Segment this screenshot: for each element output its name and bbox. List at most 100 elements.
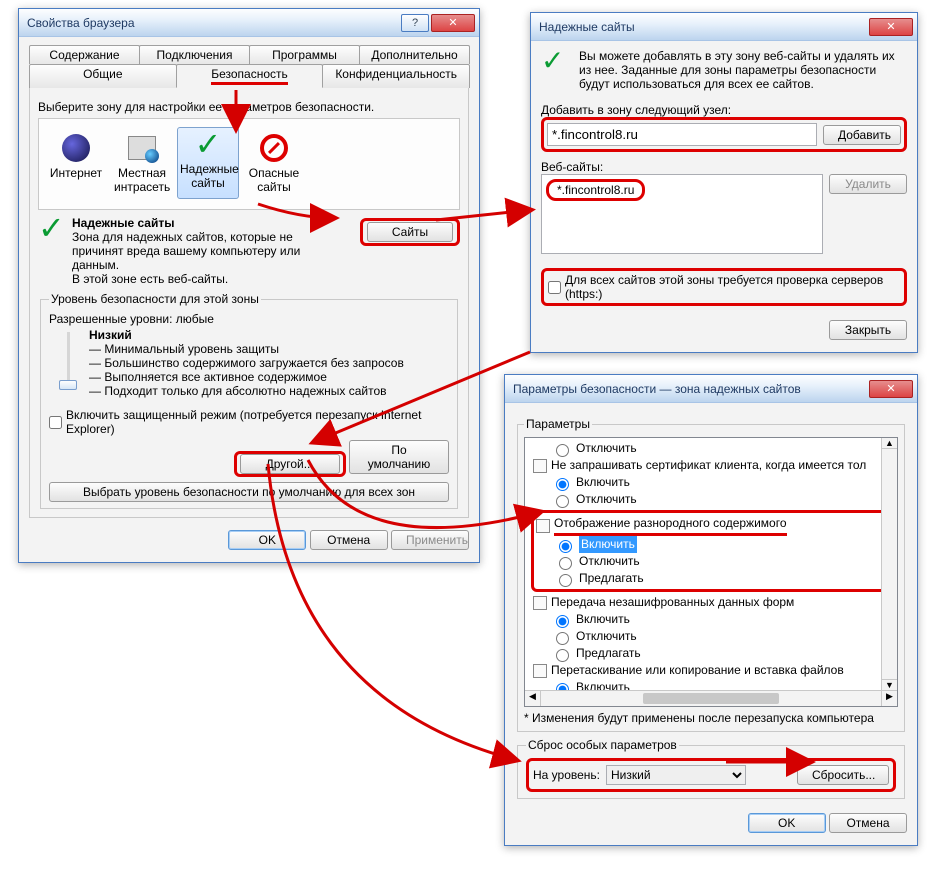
setting-group-icon xyxy=(536,519,550,533)
tab-security-label: Безопасность xyxy=(211,67,288,85)
opt-enable-highlighted: Включить xyxy=(579,536,637,553)
zone-restricted-label: Опасные сайты xyxy=(246,166,302,194)
scroll-left[interactable]: ◀ xyxy=(525,691,541,706)
sites-label: Веб-сайты: xyxy=(541,160,907,174)
window-title: Надежные сайты xyxy=(539,20,867,34)
trusted-desc2: В этой зоне есть веб-сайты. xyxy=(72,272,360,286)
radio-prompt[interactable] xyxy=(556,649,569,662)
radio-disable[interactable] xyxy=(556,444,569,457)
grp-unenc: Передача незашифрованных данных форм xyxy=(551,594,794,611)
setting-group-icon xyxy=(533,664,547,678)
zone-internet-label: Интернет xyxy=(48,166,104,180)
tab-privacy[interactable]: Конфиденциальность xyxy=(322,64,470,88)
tab-programs[interactable]: Программы xyxy=(249,45,360,64)
close-dialog-button[interactable]: Закрыть xyxy=(829,320,907,340)
trusted-desc: Зона для надежных сайтов, которые не при… xyxy=(72,230,302,272)
protected-mode-label: Включить защищенный режим (потребуется п… xyxy=(66,408,449,436)
zone-trusted[interactable]: ✓ Надежные сайты xyxy=(177,127,239,199)
reset-level-select[interactable]: Низкий xyxy=(606,765,746,785)
radio-disable-mixed[interactable] xyxy=(559,557,572,570)
cancel-button[interactable]: Отмена xyxy=(829,813,907,833)
content: ✓ Вы можете добавлять в эту зону веб-сай… xyxy=(531,41,917,352)
scroll-right[interactable]: ▶ xyxy=(881,691,897,706)
level-allowed: Разрешенные уровни: любые xyxy=(49,312,449,326)
zone-internet[interactable]: Интернет xyxy=(45,127,107,199)
close-button[interactable]: ✕ xyxy=(869,18,913,36)
zones-list: Интернет Местная интрасеть ✓ Надежные са… xyxy=(38,118,460,210)
setting-group-icon xyxy=(533,596,547,610)
grp-mixed: Отображение разнородного содержимого xyxy=(554,515,787,536)
v-scrollbar[interactable]: ▲ ▼ xyxy=(881,438,897,690)
radio-disable[interactable] xyxy=(556,495,569,508)
zone-instruction: Выберите зону для настройки ее параметро… xyxy=(38,100,460,114)
bullet-1: — Большинство содержимого загружается бе… xyxy=(89,356,449,370)
ok-button[interactable]: OK xyxy=(228,530,306,550)
window-title: Свойства браузера xyxy=(27,16,399,30)
reset-button[interactable]: Сбросить... xyxy=(797,765,889,785)
tabs-row-2: Общие Безопасность Конфиденциальность xyxy=(29,64,469,88)
tab-content[interactable]: Содержание xyxy=(29,45,140,64)
browser-properties-window: Свойства браузера ? ✕ Содержание Подключ… xyxy=(18,8,480,563)
intranet-icon xyxy=(128,136,156,160)
tab-advanced[interactable]: Дополнительно xyxy=(359,45,470,64)
ok-button[interactable]: OK xyxy=(748,813,826,833)
scroll-up[interactable]: ▲ xyxy=(882,438,897,449)
trusted-big-icon: ✓ xyxy=(38,210,65,246)
grp-drag: Перетаскивание или копирование и вставка… xyxy=(551,662,844,679)
site-entry[interactable]: *.fincontrol8.ru xyxy=(546,179,645,201)
close-button[interactable]: ✕ xyxy=(869,380,913,398)
tab-connections[interactable]: Подключения xyxy=(139,45,250,64)
intro-text: Вы можете добавлять в эту зону веб-сайты… xyxy=(579,49,907,91)
window-title: Параметры безопасности — зона надежных с… xyxy=(513,382,867,396)
add-site-input[interactable] xyxy=(547,123,817,146)
tabs-row-1: Содержание Подключения Программы Дополни… xyxy=(29,45,469,64)
apply-button[interactable]: Применить xyxy=(391,530,469,550)
bullet-3: — Подходит только для абсолютно надежных… xyxy=(89,384,449,398)
radio-prompt-mixed[interactable] xyxy=(559,574,572,587)
radio-disable[interactable] xyxy=(556,632,569,645)
zone-restricted[interactable]: Опасные сайты xyxy=(243,127,305,199)
radio-enable[interactable] xyxy=(556,615,569,628)
trusted-header: Надежные сайты xyxy=(72,216,360,230)
titlebar[interactable]: Параметры безопасности — зона надежных с… xyxy=(505,375,917,403)
titlebar[interactable]: Надежные сайты ✕ xyxy=(531,13,917,41)
custom-level-button[interactable]: Другой... xyxy=(240,454,340,474)
reset-label: На уровень: xyxy=(533,768,600,782)
level-name: Низкий xyxy=(89,328,449,342)
scroll-down[interactable]: ▼ xyxy=(882,679,897,690)
level-fieldset: Уровень безопасности для этой зоны Разре… xyxy=(40,292,458,509)
cancel-button[interactable]: Отмена xyxy=(310,530,388,550)
default-level-button[interactable]: По умолчанию xyxy=(349,440,449,474)
radio-enable[interactable] xyxy=(556,478,569,491)
tab-general[interactable]: Общие xyxy=(29,64,177,88)
trusted-sites-window: Надежные сайты ✕ ✓ Вы можете добавлять в… xyxy=(530,12,918,353)
tab-security[interactable]: Безопасность xyxy=(176,64,324,88)
setting-group-icon xyxy=(533,459,547,473)
level-legend: Уровень безопасности для этой зоны xyxy=(49,292,261,306)
add-button[interactable]: Добавить xyxy=(823,125,901,145)
titlebar[interactable]: Свойства браузера ? ✕ xyxy=(19,9,479,37)
reset-all-zones-button[interactable]: Выбрать уровень безопасности по умолчани… xyxy=(49,482,449,502)
bullet-0: — Минимальный уровень защиты xyxy=(89,342,449,356)
restart-note: * Изменения будут применены после переза… xyxy=(524,711,898,725)
slider-track[interactable] xyxy=(67,332,70,386)
content: Содержание Подключения Программы Дополни… xyxy=(19,37,479,562)
remove-button[interactable]: Удалить xyxy=(829,174,907,194)
content: Параметры Отключить Не запрашивать серти… xyxy=(505,403,917,845)
https-required-checkbox[interactable] xyxy=(548,281,561,294)
sites-button[interactable]: Сайты xyxy=(367,222,453,242)
settings-tree[interactable]: Отключить Не запрашивать сертификат клие… xyxy=(524,437,898,707)
reset-fieldset: Сброс особых параметров На уровень: Низк… xyxy=(517,738,905,799)
radio-enable-mixed[interactable] xyxy=(559,540,572,553)
zone-intranet-label: Местная интрасеть xyxy=(114,166,170,194)
h-scrollbar[interactable] xyxy=(541,691,881,706)
security-settings-window: Параметры безопасности — зона надежных с… xyxy=(504,374,918,846)
slider-thumb[interactable] xyxy=(59,380,77,390)
close-button[interactable]: ✕ xyxy=(431,14,475,32)
help-button[interactable]: ? xyxy=(401,14,429,32)
zone-intranet[interactable]: Местная интрасеть xyxy=(111,127,173,199)
reset-legend: Сброс особых параметров xyxy=(526,738,679,752)
checkmark-icon: ✓ xyxy=(541,45,564,76)
protected-mode-checkbox[interactable] xyxy=(49,416,62,429)
sites-listbox[interactable]: *.fincontrol8.ru xyxy=(541,174,823,254)
